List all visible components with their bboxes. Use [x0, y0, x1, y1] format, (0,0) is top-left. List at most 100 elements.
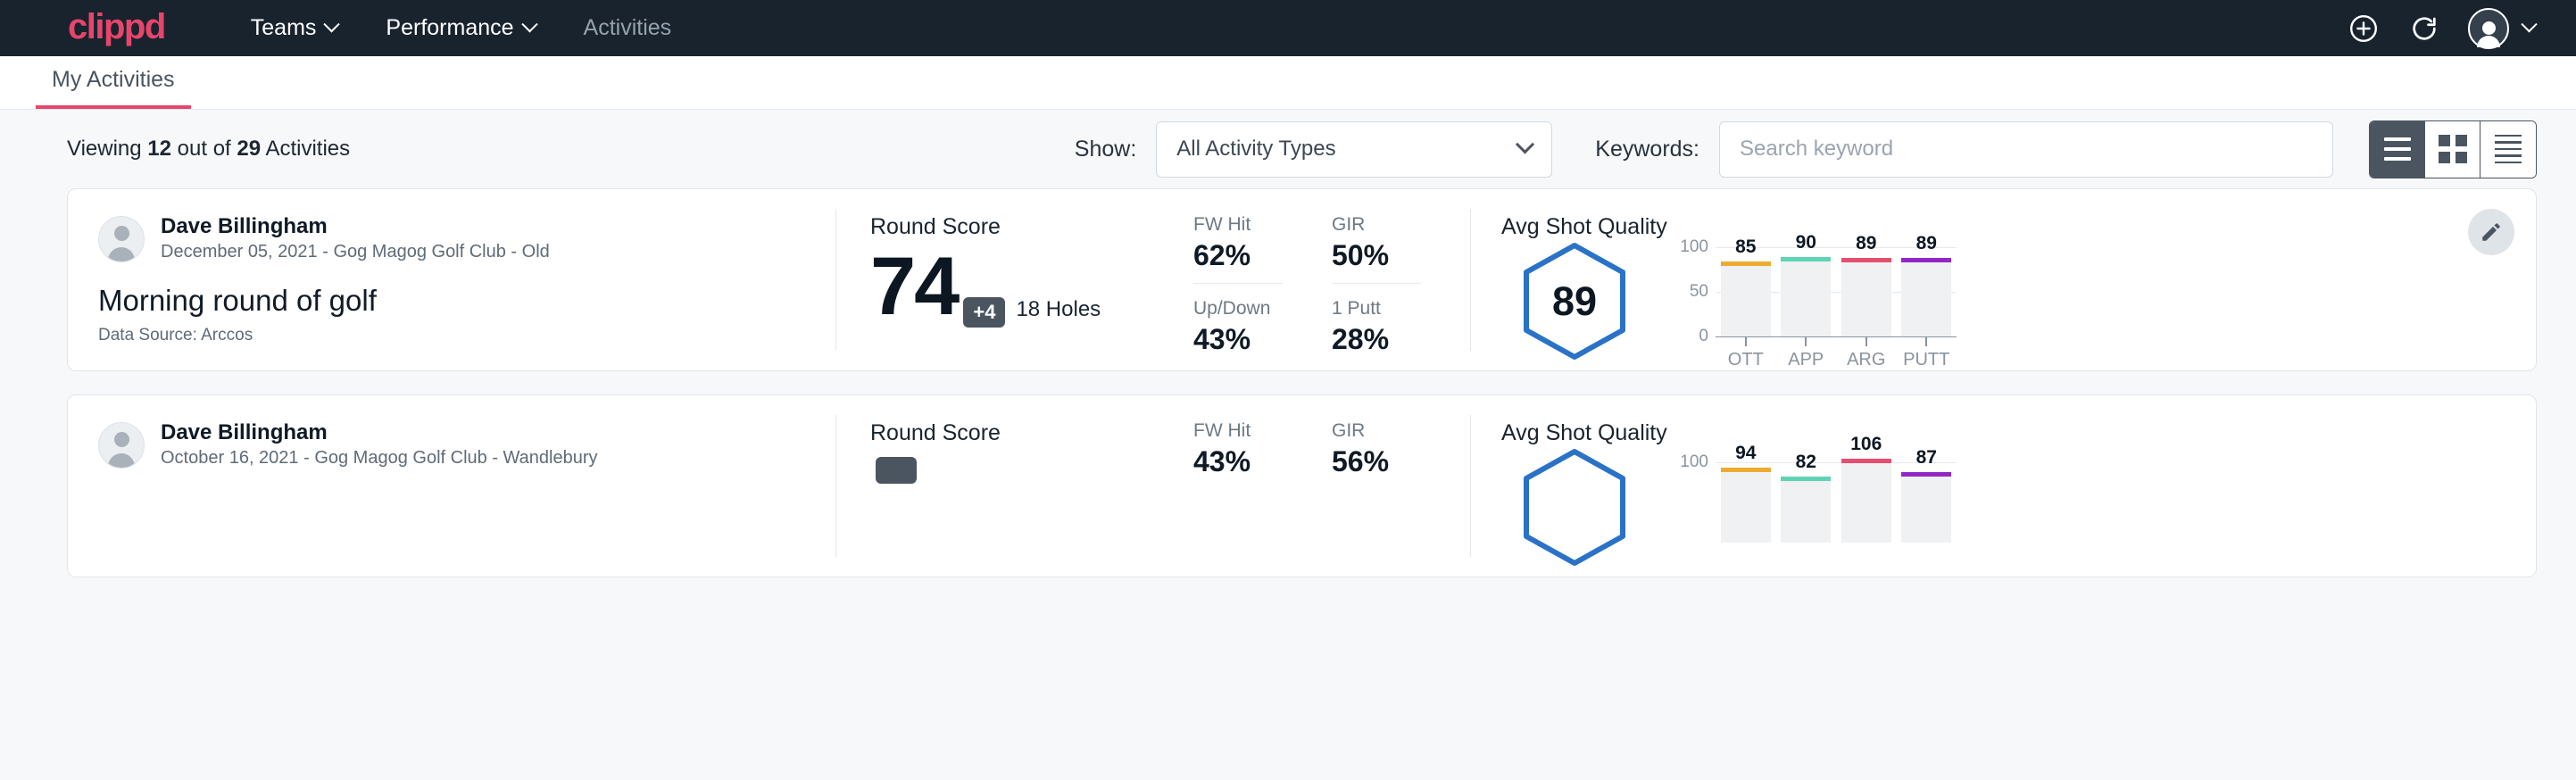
- bar-value-arg: 89: [1841, 233, 1891, 254]
- bar-arg: [1841, 462, 1891, 543]
- bar-ott: [1721, 265, 1771, 336]
- chart-y-axis: 100 50 0: [1674, 247, 1716, 336]
- bar-ott: [1721, 471, 1771, 543]
- activity-meta: December 05, 2021 - Gog Magog Golf Club …: [161, 239, 550, 264]
- stat-group-left: FW Hit 43%: [1193, 420, 1283, 577]
- score-differential-badge: +4: [963, 297, 1005, 328]
- bar-app: [1781, 261, 1831, 336]
- stat-value-fw-hit: 62%: [1193, 239, 1283, 272]
- player-name: Dave Billingham: [161, 214, 550, 239]
- avg-shot-quality-body: 100 94 82: [1501, 448, 2536, 567]
- edit-activity-button[interactable]: [2468, 209, 2514, 255]
- bar-column-app: 82: [1781, 453, 1831, 543]
- avg-shot-quality-section: Avg Shot Quality 89 100 50 0: [1471, 189, 2536, 370]
- x-tick-app: APP: [1781, 336, 1831, 370]
- chart-y-axis: 100: [1674, 453, 1716, 543]
- avg-shot-quality-section: Avg Shot Quality 100: [1471, 395, 2536, 577]
- nav-item-teams-label: Teams: [251, 15, 317, 41]
- nav-item-activities[interactable]: Activities: [584, 15, 672, 41]
- viewing-suffix: Activities: [265, 137, 350, 161]
- stat-group-right: GIR 56%: [1332, 420, 1421, 577]
- data-source: Data Source: Arccos: [98, 326, 253, 345]
- pencil-icon: [2480, 220, 2503, 244]
- x-label-ott: OTT: [1728, 350, 1764, 370]
- stat-value-gir: 50%: [1332, 239, 1421, 272]
- round-score-section: Round Score 74 +4 18 Holes: [836, 189, 1193, 370]
- bar-putt: [1901, 261, 1951, 336]
- top-navbar: clippd Teams Performance Activities: [0, 0, 2576, 56]
- x-label-arg: ARG: [1847, 350, 1885, 370]
- bar-column-ott: 94: [1721, 453, 1771, 543]
- shot-quality-chart: 100 50 0 85: [1674, 247, 1957, 356]
- account-menu[interactable]: [2468, 8, 2535, 49]
- refresh-icon[interactable]: [2407, 12, 2441, 46]
- filter-controls: Show: All Activity Types Keywords:: [1075, 120, 2537, 178]
- bar-column-ott: 85: [1721, 247, 1771, 336]
- compact-view-button[interactable]: [2480, 121, 2536, 178]
- y-tick-100: 100: [1680, 452, 1708, 472]
- filter-bar: Viewing 12 out of 29 Activities Show: Al…: [0, 110, 2576, 188]
- bar-value-putt: 89: [1901, 233, 1951, 254]
- bar-cap-arg: [1841, 258, 1891, 262]
- bar-value-app: 90: [1781, 232, 1831, 253]
- chart-bars: 94 82 106 8: [1716, 453, 1957, 543]
- y-tick-0: 0: [1699, 327, 1708, 346]
- stat-label-1-putt: 1 Putt: [1332, 298, 1421, 319]
- viewing-count: 12: [147, 137, 171, 161]
- nav-item-teams[interactable]: Teams: [251, 15, 338, 41]
- chevron-down-icon: [324, 16, 340, 32]
- avatar: [98, 216, 145, 262]
- nav-item-performance-label: Performance: [386, 15, 513, 41]
- add-icon[interactable]: [2347, 12, 2381, 46]
- stat-group-right: GIR 50% 1 Putt 28%: [1332, 214, 1421, 370]
- search-input[interactable]: [1719, 121, 2333, 178]
- activity-card[interactable]: Dave Billingham December 05, 2021 - Gog …: [67, 188, 2537, 371]
- activity-type-select[interactable]: All Activity Types: [1156, 121, 1552, 178]
- bar-value-ott: 94: [1721, 443, 1771, 464]
- tab-bar: My Activities: [0, 56, 2576, 110]
- grid-view-button[interactable]: [2425, 121, 2480, 178]
- stat-group-left: FW Hit 62% Up/Down 43%: [1193, 214, 1283, 370]
- holes-label: 18 Holes: [1016, 297, 1101, 328]
- chart-plot-area: 85 90: [1716, 247, 1957, 336]
- activity-meta: October 16, 2021 - Gog Magog Golf Club -…: [161, 445, 598, 470]
- bar-column-putt: 89: [1901, 247, 1951, 336]
- bar-column-app: 90: [1781, 247, 1831, 336]
- navbar-actions: [2347, 8, 2535, 49]
- x-tick-ott: OTT: [1721, 336, 1771, 370]
- player-header: Dave Billingham December 05, 2021 - Gog …: [98, 214, 805, 264]
- y-tick-50: 50: [1690, 282, 1708, 302]
- round-score-label: Round Score: [870, 214, 1193, 240]
- activity-type-value: All Activity Types: [1176, 137, 1335, 162]
- stat-value-up-down: 43%: [1193, 323, 1283, 356]
- bar-value-arg: 106: [1841, 434, 1891, 455]
- tab-my-activities[interactable]: My Activities: [36, 67, 191, 109]
- chart-plot-area: 94 82 106 8: [1716, 453, 1957, 543]
- score-differential-badge: [876, 457, 917, 484]
- stats-section: FW Hit 43% GIR 56%: [1193, 395, 1470, 577]
- stat-value-fw-hit: 43%: [1193, 445, 1283, 478]
- stat-label-fw-hit: FW Hit: [1193, 420, 1283, 442]
- grid-icon: [2439, 135, 2467, 163]
- show-label: Show:: [1075, 137, 1136, 162]
- bar-column-arg: 106: [1841, 453, 1891, 543]
- bar-arg: [1841, 261, 1891, 336]
- quality-score-value: 89: [1521, 242, 1628, 361]
- avatar[interactable]: [2468, 8, 2509, 49]
- nav-item-performance[interactable]: Performance: [386, 15, 535, 41]
- y-tick-100: 100: [1680, 237, 1708, 257]
- activity-list: Dave Billingham December 05, 2021 - Gog …: [0, 188, 2576, 577]
- activity-title: Morning round of golf: [98, 284, 805, 318]
- list-view-button[interactable]: [2370, 121, 2425, 178]
- bar-cap-ott: [1721, 261, 1771, 266]
- avatar: [98, 422, 145, 469]
- compact-list-icon: [2495, 135, 2522, 164]
- brand-logo[interactable]: clippd: [68, 9, 165, 48]
- activity-card[interactable]: Dave Billingham October 16, 2021 - Gog M…: [67, 394, 2537, 577]
- keywords-label: Keywords:: [1595, 137, 1699, 162]
- divider: [1193, 283, 1283, 284]
- chart-bars: 85 90: [1716, 247, 1957, 336]
- round-score-row: 74 +4 18 Holes: [870, 245, 1193, 328]
- round-score-value: 74: [870, 245, 958, 328]
- stat-label-gir: GIR: [1332, 420, 1421, 442]
